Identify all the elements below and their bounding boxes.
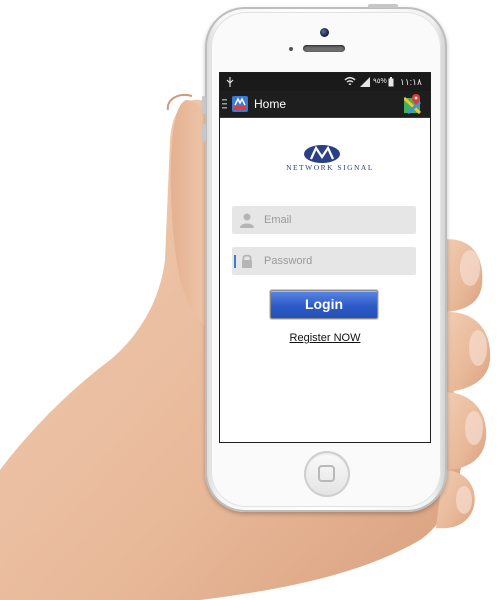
signal-icon (360, 77, 370, 87)
wifi-icon (344, 77, 356, 86)
phone-screen: ٩٥% ١١:١٨ Home NETWORK SIGNAL Email Logi… (220, 73, 430, 442)
usb-icon (226, 77, 234, 87)
password-input[interactable] (264, 247, 410, 275)
home-button-icon (318, 465, 335, 482)
power-button (368, 4, 398, 8)
status-bar: ٩٥% ١١:١٨ (220, 73, 430, 91)
action-bar: Home (220, 91, 430, 118)
volume-up-button (202, 96, 206, 114)
maps-icon[interactable] (404, 94, 422, 114)
network-signal-logo-icon (304, 145, 340, 163)
email-field[interactable] (232, 206, 416, 234)
password-field[interactable] (232, 247, 416, 275)
lock-icon (242, 254, 252, 268)
register-link[interactable]: Register NOW (260, 332, 390, 344)
proximity-sensor (289, 47, 293, 51)
battery-icon (388, 77, 394, 87)
battery-percent: ٩٥% (373, 78, 387, 85)
page-title: Home (254, 97, 287, 111)
email-input[interactable] (264, 206, 410, 234)
user-icon (240, 213, 254, 228)
network-app-icon[interactable] (232, 96, 248, 112)
text-cursor (234, 255, 236, 268)
menu-icon[interactable] (222, 99, 227, 109)
login-button[interactable]: Login (270, 290, 378, 319)
status-time: ١١:١٨ (400, 77, 422, 87)
earpiece-speaker (303, 45, 345, 52)
front-camera (320, 28, 329, 37)
logo-text: NETWORK SIGNAL (286, 163, 374, 172)
volume-down-button (202, 124, 206, 142)
